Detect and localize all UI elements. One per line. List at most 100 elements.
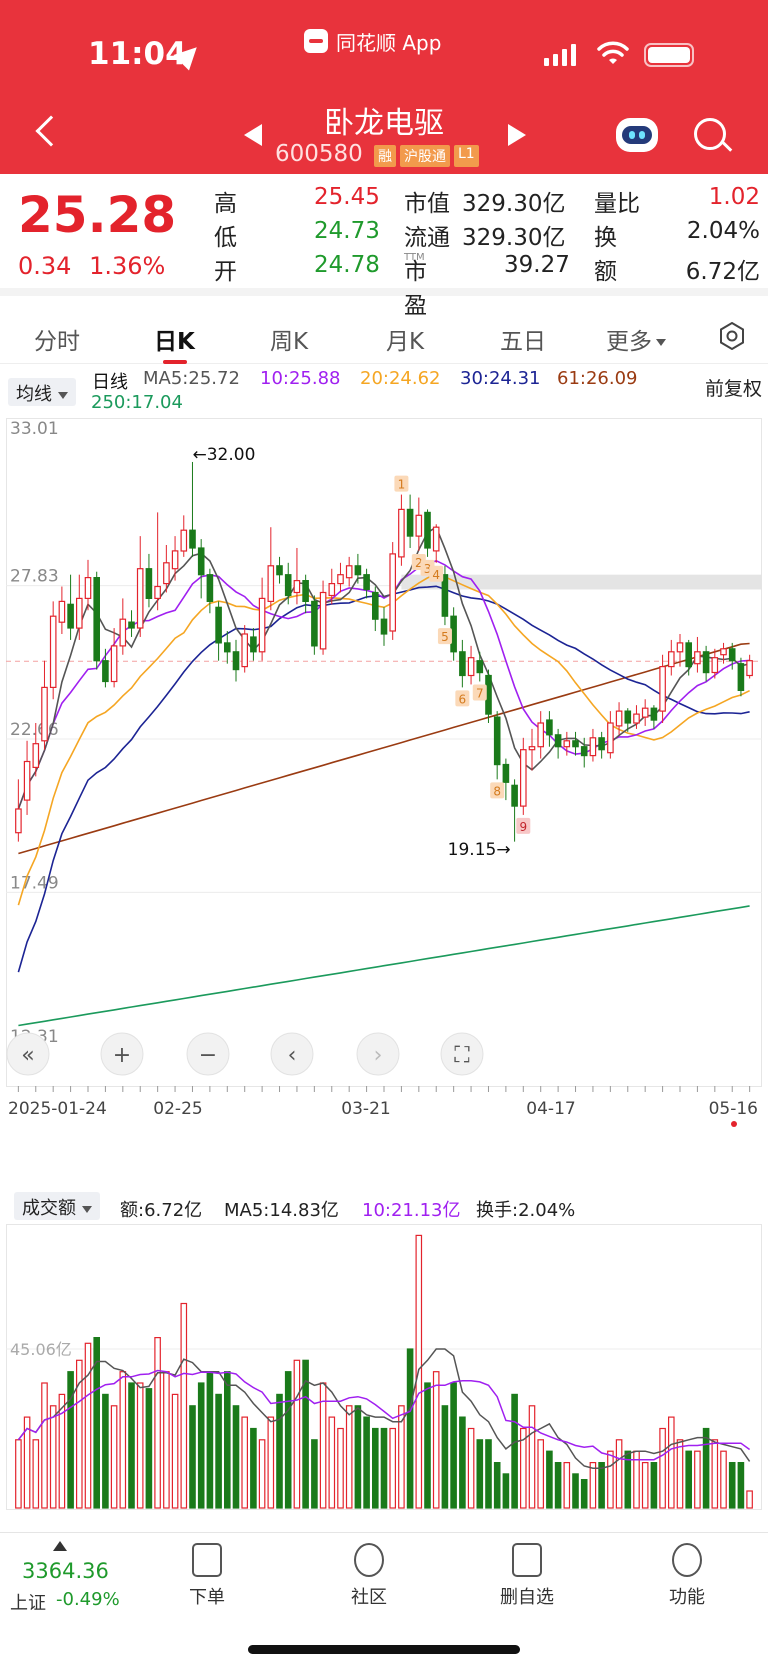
tab-monthly-k[interactable]: 月K xyxy=(386,322,424,356)
volume-bar xyxy=(615,1439,623,1509)
index-value[interactable]: 3364.36 xyxy=(22,1559,109,1583)
nav-functions[interactable]: 功能 xyxy=(642,1543,732,1609)
nav-remove-watchlist[interactable]: 删自选 xyxy=(482,1543,572,1609)
volume-bar xyxy=(502,1473,510,1509)
chart-control-icon: ‹ xyxy=(288,1043,297,1068)
volume-bar xyxy=(424,1382,431,1509)
volume-bar xyxy=(180,1302,188,1509)
back-icon[interactable] xyxy=(35,115,67,147)
candle-body xyxy=(746,660,753,677)
chevron-down-icon xyxy=(82,1205,92,1213)
search-icon[interactable] xyxy=(694,118,726,150)
settings-icon[interactable] xyxy=(718,322,746,350)
ma-legend: 均线 日线 MA5:25.72 10:25.88 20:24.62 30:24.… xyxy=(0,366,768,416)
amount-label: 额 xyxy=(594,259,617,285)
candle-body xyxy=(180,529,188,552)
candle-body xyxy=(702,651,710,674)
candle-body xyxy=(502,763,510,783)
volume-bar xyxy=(84,1342,92,1509)
volume-indicator-selector[interactable]: 成交额 xyxy=(14,1192,100,1220)
volume-bar xyxy=(450,1382,457,1509)
community-icon xyxy=(354,1543,384,1577)
volume-ma5: MA5:14.83亿 xyxy=(224,1200,339,1221)
low-value: 24.73 xyxy=(314,218,380,244)
candle-body xyxy=(49,615,57,688)
candle-body xyxy=(546,719,553,736)
candle-body xyxy=(519,749,527,807)
volume-bar xyxy=(546,1450,553,1509)
candle-body xyxy=(398,508,405,558)
volume-bar xyxy=(537,1439,545,1509)
signal-label: 8 xyxy=(493,784,501,798)
candle-body xyxy=(145,568,153,599)
app-indicator: 同花顺 App xyxy=(304,26,441,56)
volume-bar xyxy=(659,1427,666,1509)
volume-bar xyxy=(641,1462,649,1509)
tab-more[interactable]: 更多 xyxy=(606,322,666,356)
chevron-down-icon xyxy=(656,339,666,346)
app-header: 11:04 同花顺 App 卧龙电驱 600580 融 沪股通 L1 xyxy=(0,0,768,174)
nav-community[interactable]: 社区 xyxy=(324,1543,414,1609)
candle-body xyxy=(163,562,170,585)
candle-body xyxy=(32,743,40,769)
open-value: 24.78 xyxy=(314,252,380,278)
candle-body xyxy=(467,657,475,677)
candle-body xyxy=(424,511,431,549)
volume-bar xyxy=(580,1479,588,1509)
volume-legend: 成交额 额:6.72亿 MA5:14.83亿 10:21.13亿 换手:2.04… xyxy=(0,1188,768,1228)
signal-label: 6 xyxy=(459,692,467,706)
chevron-down-icon xyxy=(58,391,68,399)
indicator-selector[interactable]: 均线 xyxy=(8,378,76,406)
candle-body xyxy=(276,565,283,576)
candle-body xyxy=(441,574,449,617)
candle-body xyxy=(250,636,257,653)
volume-chart[interactable]: 45.06亿 xyxy=(6,1224,762,1510)
prev-stock-icon[interactable] xyxy=(244,124,262,146)
next-stock-icon[interactable] xyxy=(508,124,526,146)
candle-body xyxy=(406,508,414,537)
tab-weekly-k[interactable]: 周K xyxy=(270,322,308,356)
cellular-signal-icon xyxy=(544,44,576,66)
ma5-line xyxy=(17,526,750,810)
candle-body xyxy=(363,574,370,591)
volume-bar xyxy=(467,1427,475,1509)
volume-bar xyxy=(598,1462,605,1509)
candle-body xyxy=(84,577,92,600)
candlestick-chart[interactable]: 33.0127.8322.6617.4912.31123456789←32.00… xyxy=(6,418,762,1134)
high-label: 高 xyxy=(214,191,237,217)
volume-bar xyxy=(197,1382,205,1509)
index-name: 上证 xyxy=(10,1593,46,1614)
candle-body xyxy=(241,633,249,668)
ma5-value: MA5:25.72 xyxy=(143,368,240,389)
candle-body xyxy=(128,621,135,629)
volume-bar xyxy=(389,1427,397,1509)
tab-daily-k[interactable]: 日K xyxy=(154,322,195,356)
price-adjust-button[interactable]: 前复权 xyxy=(705,374,762,401)
candle-body xyxy=(459,651,466,677)
tab-five-day[interactable]: 五日 xyxy=(500,322,546,356)
index-toggle-icon[interactable] xyxy=(53,1541,67,1551)
volume-ma10: 10:21.13亿 xyxy=(362,1200,461,1221)
candle-body xyxy=(15,808,22,834)
volume-bar xyxy=(589,1462,597,1509)
ma250-line xyxy=(18,905,750,1027)
volume-bar xyxy=(685,1450,693,1509)
candle-body xyxy=(598,737,605,751)
volume-bar xyxy=(119,1371,127,1509)
candle-body xyxy=(389,553,397,632)
candle-body xyxy=(615,710,623,727)
mcap-label: 市值 xyxy=(404,191,450,217)
stock-tags: 融 沪股通 L1 xyxy=(374,145,479,167)
assistant-robot-icon[interactable] xyxy=(616,118,658,152)
volume-bar xyxy=(345,1405,353,1509)
candle-body xyxy=(232,651,240,671)
candle-body xyxy=(493,716,501,766)
tab-intraday[interactable]: 分时 xyxy=(34,322,80,356)
mcap-value: 329.30亿 xyxy=(462,191,566,217)
app-name: 同花顺 App xyxy=(336,30,442,55)
candle-body xyxy=(328,583,336,597)
volume-bar xyxy=(250,1427,257,1509)
ma30-value: 30:24.31 xyxy=(460,368,541,389)
nav-order[interactable]: 下单 xyxy=(162,1543,252,1609)
volume-bar xyxy=(728,1462,736,1509)
